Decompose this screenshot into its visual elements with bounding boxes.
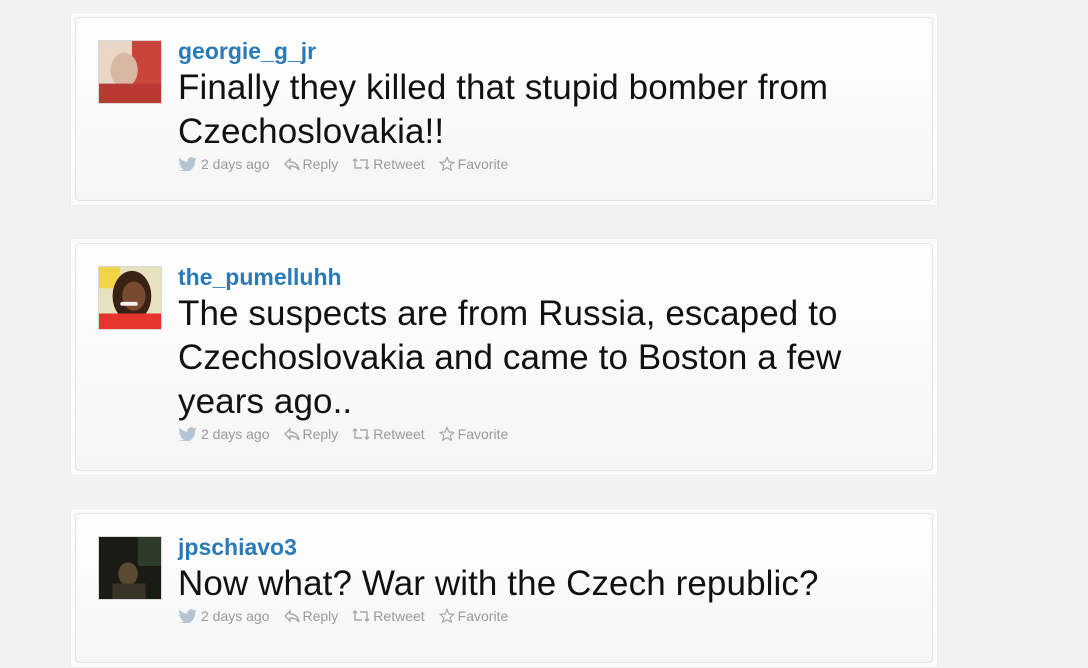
timestamp-text: 2 days ago <box>201 156 270 172</box>
bird-icon <box>178 427 197 441</box>
reply-icon <box>283 427 300 441</box>
retweet-label: Retweet <box>373 608 425 624</box>
retweet-label: Retweet <box>373 156 425 172</box>
retweet-button[interactable]: Retweet <box>352 608 425 624</box>
retweet-button[interactable]: Retweet <box>352 426 425 442</box>
retweet-icon <box>352 428 370 440</box>
tweet-card-inner: georgie_g_jr Finally they killed that st… <box>75 17 933 201</box>
reply-icon <box>283 157 300 171</box>
avatar[interactable] <box>98 536 162 600</box>
star-icon <box>438 156 455 172</box>
tweet-actions: 2 days ago Reply Retweet Favorite <box>178 608 916 624</box>
tweet-card: georgie_g_jr Finally they killed that st… <box>70 12 938 206</box>
tweet-text: Now what? War with the Czech republic? <box>178 564 819 603</box>
bird-icon <box>178 157 197 171</box>
reply-label: Reply <box>302 426 339 442</box>
timestamp-text: 2 days ago <box>201 426 270 442</box>
star-icon <box>438 608 455 624</box>
timestamp-link[interactable]: 2 days ago <box>178 608 270 624</box>
tweet-content: georgie_g_jr Finally they killed that st… <box>178 38 916 172</box>
reply-button[interactable]: Reply <box>283 426 339 442</box>
avatar[interactable] <box>98 40 162 104</box>
reply-button[interactable]: Reply <box>283 608 339 624</box>
favorite-button[interactable]: Favorite <box>438 156 509 172</box>
username-link[interactable]: the_pumelluhh <box>178 264 342 290</box>
star-icon <box>438 426 455 442</box>
tweet-content: jpschiavo3 Now what? War with the Czech … <box>178 534 916 624</box>
bird-icon <box>178 609 197 623</box>
favorite-label: Favorite <box>457 426 509 442</box>
tweet-card-inner: jpschiavo3 Now what? War with the Czech … <box>75 513 933 663</box>
tweet-card: jpschiavo3 Now what? War with the Czech … <box>70 508 938 668</box>
tweet-text: The suspects are from Russia, escaped to… <box>178 294 842 421</box>
username-link[interactable]: georgie_g_jr <box>178 38 316 64</box>
reply-label: Reply <box>302 156 339 172</box>
tweet-card: the_pumelluhh The suspects are from Russ… <box>70 238 938 476</box>
timestamp-link[interactable]: 2 days ago <box>178 426 270 442</box>
username-link[interactable]: jpschiavo3 <box>178 534 297 560</box>
tweet-actions: 2 days ago Reply Retweet Favorite <box>178 156 916 172</box>
retweet-label: Retweet <box>373 426 425 442</box>
timestamp-text: 2 days ago <box>201 608 270 624</box>
tweet-text: Finally they killed that stupid bomber f… <box>178 68 829 151</box>
reply-label: Reply <box>302 608 339 624</box>
retweet-button[interactable]: Retweet <box>352 156 425 172</box>
timestamp-link[interactable]: 2 days ago <box>178 156 270 172</box>
tweet-content: the_pumelluhh The suspects are from Russ… <box>178 264 916 442</box>
tweet-card-inner: the_pumelluhh The suspects are from Russ… <box>75 243 933 471</box>
avatar[interactable] <box>98 266 162 330</box>
reply-button[interactable]: Reply <box>283 156 339 172</box>
favorite-button[interactable]: Favorite <box>438 608 509 624</box>
favorite-button[interactable]: Favorite <box>438 426 509 442</box>
reply-icon <box>283 609 300 623</box>
retweet-icon <box>352 158 370 170</box>
favorite-label: Favorite <box>457 608 509 624</box>
tweet-actions: 2 days ago Reply Retweet Favorite <box>178 426 916 442</box>
retweet-icon <box>352 610 370 622</box>
favorite-label: Favorite <box>457 156 509 172</box>
